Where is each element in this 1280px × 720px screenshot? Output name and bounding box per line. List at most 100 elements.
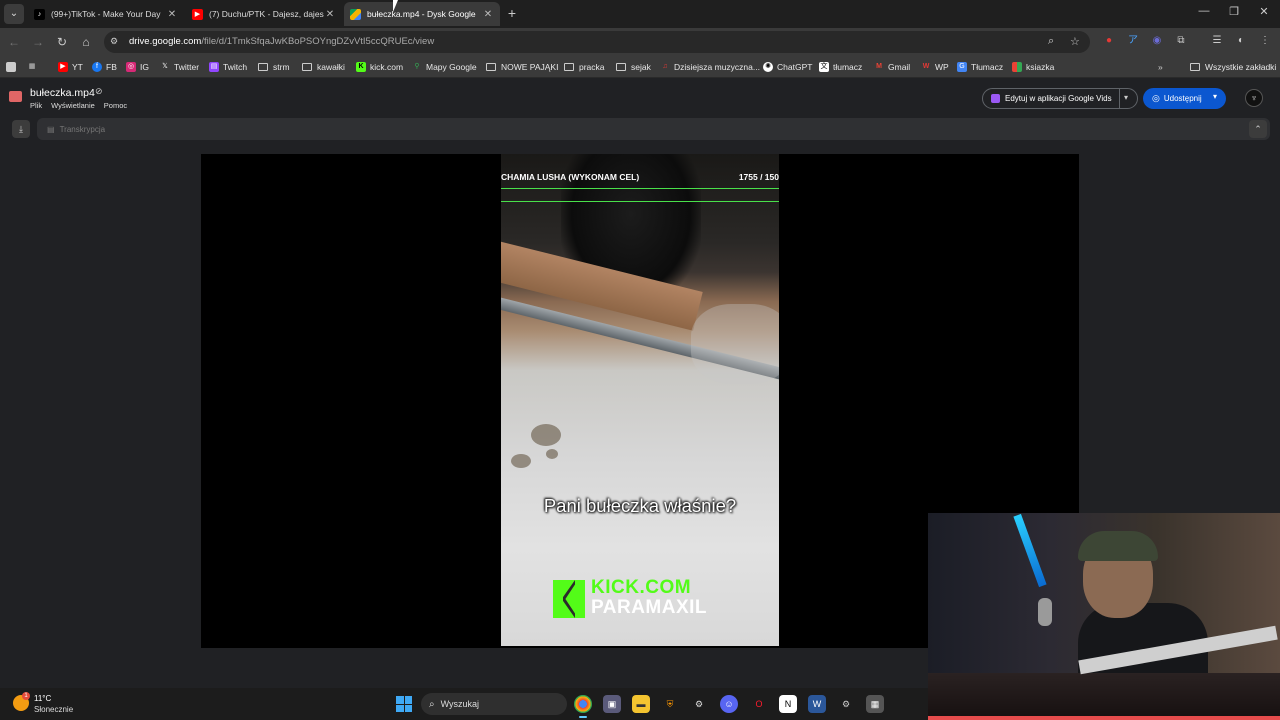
profile-icon[interactable]: ◐ xyxy=(1234,34,1248,48)
home-button[interactable]: ⌂ xyxy=(78,34,94,50)
bookmark-tlumacz[interactable]: 文 tłumacz xyxy=(819,60,862,74)
all-bookmarks[interactable]: Wszystkie zakładki xyxy=(1190,60,1276,74)
address-bar[interactable]: ⚙ drive.google.com/file/d/1TmkSfqaJwKBoP… xyxy=(104,31,1090,53)
avatar[interactable]: ♆ xyxy=(1245,89,1263,107)
bookmark-ig[interactable]: ◎ IG xyxy=(126,60,149,74)
close-tab-icon[interactable]: ✕ xyxy=(166,9,178,20)
bookmark-fb[interactable]: f FB xyxy=(92,60,117,74)
bookmark-twitch[interactable]: ▤ Twitch xyxy=(209,60,247,74)
minimize-button[interactable]: — xyxy=(1196,5,1212,17)
drive-subbar: ⤓ ▤ Transkrypcja ⌃ xyxy=(0,116,1280,142)
chevron-down-icon[interactable]: ▾ xyxy=(1124,93,1128,102)
bookmark-label: WP xyxy=(935,62,949,72)
bookmark-kick[interactable]: Kkick.com xyxy=(356,60,403,74)
video-glass xyxy=(691,304,779,384)
close-window-button[interactable]: ✕ xyxy=(1256,5,1272,18)
menu-plik[interactable]: Plik xyxy=(30,101,42,110)
bookmark-label: pracka xyxy=(579,62,605,72)
bookmark-mapy-google[interactable]: ⚲ Mapy Google xyxy=(412,60,477,74)
close-tab-icon[interactable]: ✕ xyxy=(324,9,336,20)
file-menu-bar: Plik Wyświetlanie Pomoc xyxy=(30,101,136,110)
share-button[interactable]: ◎ Udostępnij ▾ xyxy=(1143,88,1226,109)
bookmark-yt[interactable]: ▶ YT xyxy=(58,60,83,74)
photo-app-icon[interactable]: ▣ xyxy=(603,695,621,713)
bookmark-tlumacz-google[interactable]: G Tłumacz xyxy=(957,60,1003,74)
new-tab-button[interactable]: + xyxy=(504,5,520,21)
tab-tiktok[interactable]: ♪ (99+)TikTok - Make Your Day ✕ xyxy=(28,3,184,25)
apps-grid-icon[interactable]: ▦ xyxy=(27,60,41,74)
menu-icon[interactable]: ⋮ xyxy=(1258,34,1272,48)
tab-youtube[interactable]: ▶ (7) Duchu/PTK - Dajesz, dajesz ✕ xyxy=(186,3,342,25)
weather-condition[interactable]: Słonecznie xyxy=(34,705,73,714)
bookmark-strm[interactable]: strm xyxy=(258,60,290,74)
transcript-icon: ▤ xyxy=(47,124,55,134)
menu-pomoc[interactable]: Pomoc xyxy=(104,101,127,110)
browser-toolbar: ← → ↻ ⌂ ⚙ drive.google.com/file/d/1TmkSf… xyxy=(0,28,1280,56)
brave-icon[interactable]: ⛨ xyxy=(661,695,679,713)
video-file-icon xyxy=(9,91,22,102)
chrome-icon[interactable] xyxy=(574,695,592,718)
taskbar-search[interactable]: ⌕ Wyszukaj xyxy=(421,693,567,715)
kick-icon: K xyxy=(356,62,366,72)
notion-icon[interactable]: N xyxy=(779,695,797,713)
bookmark-label: IG xyxy=(140,62,149,72)
chevron-up-icon[interactable]: ⌃ xyxy=(1249,120,1267,138)
transcript-bar[interactable]: ▤ Transkrypcja xyxy=(37,118,1270,140)
bookmark-nowe-pajaki[interactable]: NOWE PAJĄKI xyxy=(486,60,558,74)
google-drive-icon xyxy=(350,8,361,20)
zoom-icon[interactable]: ⌕ xyxy=(1048,35,1054,48)
bookmark-star-icon[interactable]: ☆ xyxy=(1070,35,1080,48)
download-icon[interactable]: ⤓ xyxy=(12,120,30,138)
calculator-icon[interactable]: ▦ xyxy=(866,695,884,713)
chevron-down-icon[interactable]: ▾ xyxy=(1213,92,1217,101)
hud-goal-bar xyxy=(501,188,779,202)
steam-icon[interactable]: ⚙ xyxy=(690,695,708,713)
taskbar: 1 11°C Słonecznie ⌕ Wyszukaj ▣ ▬ ⛨ ⚙ ☺ O… xyxy=(0,688,928,720)
bookmark-sejak[interactable]: sejak xyxy=(616,60,651,74)
reload-button[interactable]: ↻ xyxy=(54,34,70,50)
weather-temperature[interactable]: 11°C xyxy=(34,694,51,703)
extension-icon[interactable]: ◉ xyxy=(1150,34,1164,48)
youtube-icon: ▶ xyxy=(192,8,203,20)
tiktok-icon: ♪ xyxy=(34,8,45,20)
bookmark-label: Mapy Google xyxy=(426,62,477,72)
record-extension-icon[interactable]: ● xyxy=(1102,34,1116,48)
bookmark-chatgpt[interactable]: ✺ ChatGPT xyxy=(763,60,812,74)
tab-google-drive[interactable]: bułeczka.mp4 - Dysk Google ✕ xyxy=(344,2,500,26)
word-icon[interactable]: W xyxy=(808,695,826,713)
youtube-icon: ▶ xyxy=(58,62,68,72)
file-explorer-icon[interactable]: ▬ xyxy=(632,695,650,713)
extensions-puzzle-icon[interactable]: ⧉ xyxy=(1174,34,1188,48)
url-path: /file/d/1TmkSfqaJwKBoPSOYngDZvVtI5ccQRUE… xyxy=(201,36,435,47)
translate-extension-icon[interactable]: ア xyxy=(1126,34,1140,48)
bookmark-twitter[interactable]: 𝕏 Twitter xyxy=(160,60,199,74)
restore-button[interactable]: ❐ xyxy=(1226,5,1242,18)
bookmark-dzisiejsza-muzyczna[interactable]: ♫ Dzisiejsza muzyczna... xyxy=(660,60,760,74)
reading-list-icon[interactable]: ☰ xyxy=(1210,34,1224,48)
bookmark-wp[interactable]: W WP xyxy=(921,60,949,74)
bookmark-gmail[interactable]: M Gmail xyxy=(874,60,910,74)
grid-icon xyxy=(1012,62,1022,72)
close-tab-icon[interactable]: ✕ xyxy=(482,9,494,20)
folder-icon xyxy=(616,63,626,71)
bookmark-ksiazka[interactable]: ksiazka xyxy=(1012,60,1054,74)
site-info-icon[interactable]: ⚙ xyxy=(110,36,122,48)
video-stain xyxy=(546,449,558,459)
bookmark-kawalki[interactable]: kawałki xyxy=(302,60,345,74)
edit-in-vids-button[interactable]: Edytuj w aplikacji Google Vids ▾ xyxy=(982,88,1138,109)
microphone xyxy=(1038,598,1052,626)
menu-wyswietlanie[interactable]: Wyświetlanie xyxy=(51,101,95,110)
discord-icon[interactable]: ☺ xyxy=(720,695,738,713)
video-frame: CHAMIA LUSHA (WYKONAM CEL) 1755 / 150 Pa… xyxy=(501,154,779,646)
opera-icon[interactable]: O xyxy=(750,695,768,713)
bookmark-pracka[interactable]: pracka xyxy=(564,60,605,74)
settings-icon[interactable]: ⚙ xyxy=(837,695,855,713)
google-translate-icon: G xyxy=(957,62,967,72)
tab-search-button[interactable]: ⌄ xyxy=(4,4,24,24)
sidebar-toggle-icon[interactable] xyxy=(6,60,20,74)
windows-start-icon[interactable] xyxy=(396,696,412,712)
forward-button[interactable]: → xyxy=(30,34,46,50)
back-button[interactable]: ← xyxy=(6,34,22,50)
more-bookmarks-icon[interactable]: » xyxy=(1158,60,1163,74)
tab-title: (7) Duchu/PTK - Dajesz, dajesz xyxy=(209,9,324,19)
